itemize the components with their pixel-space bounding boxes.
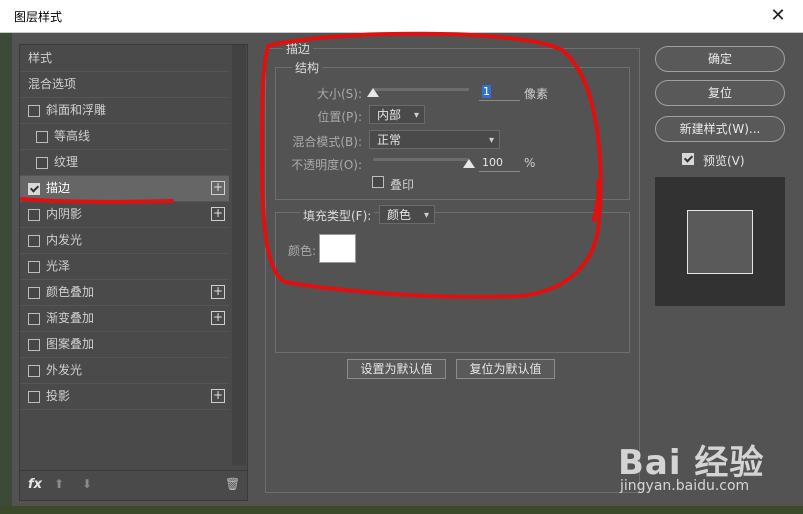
red-circle-annotation [260,31,603,299]
background-layer-strip-bottom [0,506,803,514]
red-underline-annotation [20,197,174,204]
watermark-url: jingyan.baidu.com [620,478,750,494]
baidu-jingyan-logo: Bai 经验 [618,443,765,483]
